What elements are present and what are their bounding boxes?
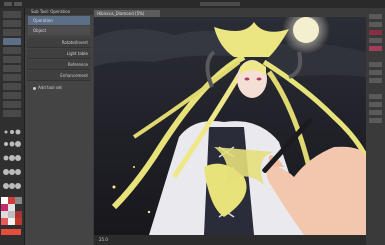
property-label: Reference — [67, 62, 88, 67]
panel-button[interactable] — [369, 94, 382, 99]
tool-button[interactable] — [3, 83, 21, 90]
brush-size-grid[interactable] — [2, 126, 22, 196]
panel-button[interactable] — [369, 38, 382, 43]
tool-button[interactable] — [3, 11, 21, 18]
subtool-item-operation[interactable]: Operation — [28, 16, 90, 25]
tool-button[interactable] — [3, 20, 21, 27]
toolbar-quick-icons[interactable] — [200, 2, 240, 6]
panel-button[interactable] — [369, 118, 382, 123]
moon-icon — [293, 17, 319, 43]
subtool-header: Sub Tool: Operation — [25, 8, 93, 15]
right-panel-strip — [366, 8, 385, 245]
tool-button[interactable] — [3, 110, 21, 117]
panel-button[interactable] — [369, 110, 382, 115]
tool-button[interactable] — [3, 29, 21, 36]
document-tab-title: Hibiscus_Diamond (5%) — [97, 11, 145, 16]
color-swatch[interactable] — [1, 218, 8, 225]
color-swatch[interactable] — [15, 218, 22, 225]
add-tool-set-button[interactable]: Add tool set — [33, 84, 85, 92]
panel-button[interactable] — [369, 14, 382, 19]
property-rotate-invert[interactable]: Rotate/Invert — [27, 38, 91, 48]
panel-button[interactable] — [369, 70, 382, 75]
status-bar: 25.0 — [94, 235, 366, 245]
tool-button[interactable] — [3, 56, 21, 63]
add-tool-set-label: Add tool set — [38, 85, 62, 90]
brush-size-dots — [3, 129, 21, 189]
pin-icon — [33, 86, 36, 90]
subtool-item-label: Operation — [33, 18, 53, 23]
color-swatch[interactable] — [1, 211, 8, 218]
color-swatch[interactable] — [1, 204, 8, 211]
property-label: Rotate/Invert — [61, 40, 88, 45]
tool-button[interactable] — [3, 92, 21, 99]
property-enhancement[interactable]: Enhancement — [27, 71, 91, 81]
property-reference[interactable]: Reference — [27, 60, 91, 70]
property-light-table[interactable]: Light table — [27, 49, 91, 59]
artwork — [94, 17, 366, 235]
subtool-item-object[interactable]: Object — [28, 26, 90, 35]
color-swatch[interactable] — [8, 211, 15, 218]
document-tab[interactable]: Hibiscus_Diamond (5%) — [94, 10, 160, 17]
color-swatch[interactable] — [8, 204, 15, 211]
property-label: Light table — [66, 51, 88, 56]
subtool-header-label: Sub Tool: Operation — [31, 9, 71, 14]
canvas-area[interactable] — [94, 17, 366, 235]
color-swatch[interactable] — [8, 197, 15, 204]
tool-button[interactable] — [3, 47, 21, 54]
subtool-panel: Sub Tool: Operation Operation Object Rot… — [25, 8, 93, 245]
color-swatch[interactable] — [15, 197, 22, 204]
menu-icon-2[interactable] — [14, 2, 22, 6]
color-palette — [0, 197, 24, 245]
panel-button[interactable] — [369, 30, 382, 35]
tool-button[interactable] — [3, 38, 21, 45]
menu-icon-1[interactable] — [4, 2, 12, 6]
zoom-value[interactable]: 25.0 — [94, 237, 108, 242]
menu-bar — [0, 0, 385, 8]
property-label: Enhancement — [60, 73, 88, 78]
subtool-item-label: Object — [33, 28, 47, 33]
panel-button[interactable] — [369, 78, 382, 83]
tool-button[interactable] — [3, 101, 21, 108]
panel-button[interactable] — [369, 102, 382, 107]
color-swatch[interactable] — [15, 211, 22, 218]
panel-button[interactable] — [369, 22, 382, 27]
color-swatch[interactable] — [1, 229, 21, 235]
color-swatch[interactable] — [8, 218, 15, 225]
tool-button[interactable] — [3, 65, 21, 72]
panel-button[interactable] — [369, 46, 382, 51]
tool-button[interactable] — [3, 74, 21, 81]
color-swatch[interactable] — [1, 197, 8, 204]
color-swatch[interactable] — [15, 204, 22, 211]
panel-button[interactable] — [369, 62, 382, 67]
